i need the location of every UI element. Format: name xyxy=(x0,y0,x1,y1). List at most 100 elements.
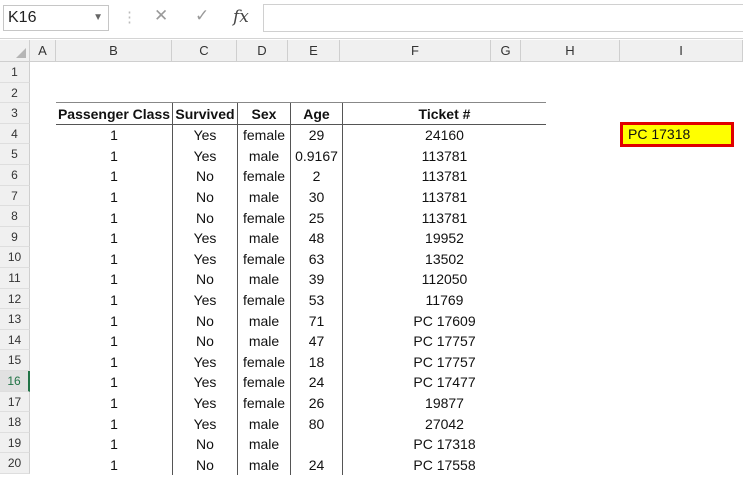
cell-ticket[interactable]: 11769 xyxy=(342,289,546,311)
cell-sex[interactable]: male xyxy=(237,186,291,208)
cell-passenger-class[interactable]: 1 xyxy=(56,125,173,146)
formula-input[interactable] xyxy=(263,4,743,32)
cell-age[interactable]: 71 xyxy=(290,310,343,331)
cell-survived[interactable]: No xyxy=(172,166,238,187)
cell-passenger-class[interactable]: 1 xyxy=(56,269,173,290)
cell-sex[interactable]: female xyxy=(237,166,291,187)
column-header-e[interactable]: E xyxy=(288,40,340,62)
cancel-icon[interactable]: ✕ xyxy=(154,6,168,26)
cell-age[interactable]: 48 xyxy=(290,227,343,249)
cell-passenger-class[interactable]: 1 xyxy=(56,310,173,331)
cell-passenger-class[interactable]: 1 xyxy=(56,331,173,352)
cell-survived[interactable]: Yes xyxy=(172,351,238,373)
row-header-13[interactable]: 13 xyxy=(0,309,30,330)
cell-ticket[interactable]: 112050 xyxy=(342,269,546,290)
cell-survived[interactable]: No xyxy=(172,330,238,352)
cell-sex[interactable]: female xyxy=(237,289,291,311)
cell-passenger-class[interactable]: 1 xyxy=(56,372,173,393)
cell-survived[interactable]: No xyxy=(172,310,238,331)
chevron-down-icon[interactable]: ▼ xyxy=(93,6,103,30)
row-header-9[interactable]: 9 xyxy=(0,226,30,248)
row-header-20[interactable]: 20 xyxy=(0,453,30,474)
cell-ticket[interactable]: 19952 xyxy=(342,227,546,249)
cell-passenger-class[interactable]: 1 xyxy=(56,393,173,414)
cell-age[interactable]: 53 xyxy=(290,289,343,311)
header-survived[interactable]: Survived xyxy=(172,102,238,125)
column-header-b[interactable]: B xyxy=(56,40,172,62)
row-header-5[interactable]: 5 xyxy=(0,144,30,165)
cell-age[interactable]: 80 xyxy=(290,413,343,434)
row-header-19[interactable]: 19 xyxy=(0,432,30,454)
select-all-button[interactable] xyxy=(0,40,30,62)
cell-ticket[interactable]: 113781 xyxy=(342,145,546,167)
cell-ticket[interactable]: PC 17558 xyxy=(342,454,546,476)
cell-sex[interactable]: female xyxy=(237,351,291,373)
cell-sex[interactable]: male xyxy=(237,310,291,331)
cell-survived[interactable]: No xyxy=(172,454,238,476)
cell-survived[interactable]: Yes xyxy=(172,372,238,393)
cell-survived[interactable]: Yes xyxy=(172,227,238,249)
cell-passenger-class[interactable]: 1 xyxy=(56,187,173,208)
row-header-2[interactable]: 2 xyxy=(0,82,30,104)
cell-sex[interactable]: male xyxy=(237,269,291,290)
cell-survived[interactable]: Yes xyxy=(172,145,238,167)
cell-ticket[interactable]: PC 17609 xyxy=(342,310,546,331)
row-header-18[interactable]: 18 xyxy=(0,412,30,433)
cell-survived[interactable]: Yes xyxy=(172,392,238,414)
cell-survived[interactable]: Yes xyxy=(172,248,238,270)
cell-passenger-class[interactable]: 1 xyxy=(56,413,173,434)
cell-passenger-class[interactable]: 1 xyxy=(56,434,173,455)
row-header-3[interactable]: 3 xyxy=(0,103,30,124)
cell-sex[interactable]: female xyxy=(237,372,291,393)
cell-sex[interactable]: female xyxy=(237,248,291,270)
cell-sex[interactable]: male xyxy=(237,454,291,476)
cell-ticket[interactable]: 113781 xyxy=(342,186,546,208)
header-sex[interactable]: Sex xyxy=(237,102,291,125)
row-header-8[interactable]: 8 xyxy=(0,206,30,227)
cell-passenger-class[interactable]: 1 xyxy=(56,249,173,270)
row-header-14[interactable]: 14 xyxy=(0,329,30,351)
row-header-10[interactable]: 10 xyxy=(0,247,30,268)
cell-age[interactable]: 24 xyxy=(290,372,343,393)
cell-sex[interactable]: female xyxy=(237,207,291,228)
header-age[interactable]: Age xyxy=(290,102,343,125)
cell-ticket[interactable]: PC 17318 xyxy=(342,433,546,455)
row-header-1[interactable]: 1 xyxy=(0,62,30,83)
cell-survived[interactable]: Yes xyxy=(172,413,238,434)
cell-sex[interactable]: male xyxy=(237,330,291,352)
cell-passenger-class[interactable]: 1 xyxy=(56,352,173,373)
header-ticket[interactable]: Ticket # xyxy=(342,102,546,125)
cell-survived[interactable]: Yes xyxy=(172,124,238,146)
cell-ticket[interactable]: PC 17757 xyxy=(342,330,546,352)
cell-sex[interactable]: female xyxy=(237,124,291,146)
row-header-12[interactable]: 12 xyxy=(0,288,30,310)
cell-ticket[interactable]: PC 17757 xyxy=(342,351,546,373)
cell-age[interactable]: 2 xyxy=(290,166,343,187)
row-header-4[interactable]: 4 xyxy=(0,123,30,145)
row-header-16[interactable]: 16 xyxy=(0,371,30,392)
cell-passenger-class[interactable]: 1 xyxy=(56,166,173,187)
cell-age[interactable]: 18 xyxy=(290,351,343,373)
cell-passenger-class[interactable]: 1 xyxy=(56,228,173,249)
cell-sex[interactable]: male xyxy=(237,413,291,434)
cell-passenger-class[interactable]: 1 xyxy=(56,455,173,476)
cell-passenger-class[interactable]: 1 xyxy=(56,207,173,228)
row-header-17[interactable]: 17 xyxy=(0,391,30,413)
cell-survived[interactable]: No xyxy=(172,207,238,228)
column-header-d[interactable]: D xyxy=(237,40,288,62)
header-passenger-class[interactable]: Passenger Class xyxy=(56,102,173,125)
cell-passenger-class[interactable]: 1 xyxy=(56,146,173,167)
cell-survived[interactable]: Yes xyxy=(172,289,238,311)
column-header-f[interactable]: F xyxy=(340,40,491,62)
name-box[interactable]: K16 ▼ xyxy=(3,5,109,31)
cell-passenger-class[interactable]: 1 xyxy=(56,290,173,311)
row-header-6[interactable]: 6 xyxy=(0,165,30,186)
cell-ticket[interactable]: 19877 xyxy=(342,392,546,414)
column-header-i[interactable]: I xyxy=(620,40,743,62)
cell-survived[interactable]: No xyxy=(172,269,238,290)
enter-icon[interactable]: ✓ xyxy=(195,6,209,26)
cell-ticket[interactable]: 27042 xyxy=(342,413,546,434)
cell-age[interactable]: 63 xyxy=(290,248,343,270)
cell-age[interactable]: 30 xyxy=(290,186,343,208)
insert-function-icon[interactable]: fx xyxy=(233,7,249,27)
